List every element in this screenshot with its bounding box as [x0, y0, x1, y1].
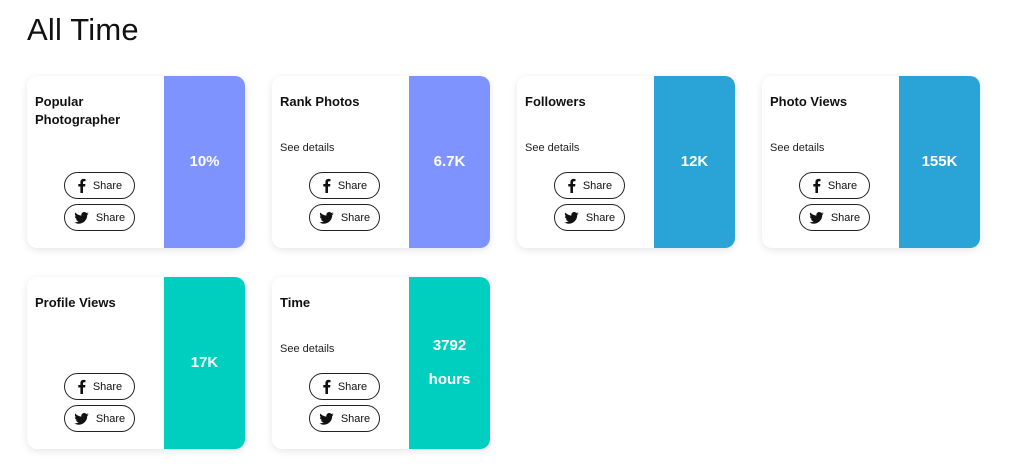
see-details-link[interactable]: See details	[280, 142, 334, 154]
twitter-icon	[74, 412, 89, 425]
facebook-icon	[77, 178, 86, 193]
stat-value: 10%	[189, 153, 220, 170]
facebook-share-button[interactable]: Share	[309, 172, 380, 199]
share-label: Share	[92, 179, 123, 192]
stat-card-title: Profile Views	[35, 295, 116, 310]
facebook-icon	[567, 178, 576, 193]
facebook-icon	[322, 379, 331, 394]
facebook-share-button[interactable]: Share	[554, 172, 625, 199]
share-label: Share	[92, 380, 123, 393]
stat-value: 12K	[680, 153, 709, 170]
share-label: Share	[337, 179, 368, 192]
stat-card-popular-photographer: Popular Photographer Share Share 10%	[27, 76, 245, 248]
twitter-share-button[interactable]: Share	[64, 405, 135, 432]
stat-value-panel: 17K	[164, 277, 245, 449]
twitter-icon	[809, 211, 824, 224]
stat-card-body: Profile Views Share Share	[27, 277, 164, 449]
facebook-share-button[interactable]: Share	[64, 373, 135, 400]
page-title: All Time	[27, 12, 139, 47]
see-details-link[interactable]: See details	[280, 343, 334, 355]
stat-card-photo-views: Photo Views See details Share Share 155K	[762, 76, 980, 248]
share-label: Share	[340, 211, 371, 224]
stat-value: 155K	[921, 153, 958, 170]
facebook-icon	[812, 178, 821, 193]
stat-card-profile-views: Profile Views Share Share 17K	[27, 277, 245, 449]
facebook-share-button[interactable]: Share	[309, 373, 380, 400]
stat-value-panel: 12K	[654, 76, 735, 248]
stat-card-body: Photo Views See details Share Share	[762, 76, 899, 248]
twitter-icon	[319, 211, 334, 224]
share-label: Share	[95, 412, 126, 425]
stat-card-body: Time See details Share Share	[272, 277, 409, 449]
stat-value-panel: 6.7K	[409, 76, 490, 248]
share-label: Share	[827, 179, 858, 192]
stats-grid: Popular Photographer Share Share 10% Ran…	[27, 76, 980, 449]
stat-card-title: Popular Photographer	[35, 94, 121, 127]
share-label: Share	[340, 412, 371, 425]
see-details-link[interactable]: See details	[770, 142, 824, 154]
facebook-share-button[interactable]: Share	[799, 172, 870, 199]
stat-card-rank-photos: Rank Photos See details Share Share 6.7K	[272, 76, 490, 248]
stat-card-title: Rank Photos	[280, 94, 360, 109]
twitter-icon	[74, 211, 89, 224]
stat-card-time: Time See details Share Share 3792 hours	[272, 277, 490, 449]
share-label: Share	[337, 380, 368, 393]
twitter-share-button[interactable]: Share	[554, 204, 625, 231]
share-label: Share	[830, 211, 861, 224]
share-label: Share	[95, 211, 126, 224]
twitter-share-button[interactable]: Share	[799, 204, 870, 231]
twitter-share-button[interactable]: Share	[309, 204, 380, 231]
share-label: Share	[582, 179, 613, 192]
see-details-link[interactable]: See details	[525, 142, 579, 154]
stat-card-body: Rank Photos See details Share Share	[272, 76, 409, 248]
share-label: Share	[585, 211, 616, 224]
stat-value-panel: 3792 hours	[409, 277, 490, 449]
twitter-icon	[319, 412, 334, 425]
stat-card-body: Popular Photographer Share Share	[27, 76, 164, 248]
stat-card-body: Followers See details Share Share	[517, 76, 654, 248]
stat-card-title: Followers	[525, 94, 586, 109]
twitter-share-button[interactable]: Share	[309, 405, 380, 432]
stat-value: 17K	[190, 354, 219, 371]
stat-card-followers: Followers See details Share Share 12K	[517, 76, 735, 248]
stat-value: 6.7K	[433, 153, 466, 170]
twitter-share-button[interactable]: Share	[64, 204, 135, 231]
twitter-icon	[564, 211, 579, 224]
facebook-icon	[77, 379, 86, 394]
stat-value: 3792	[432, 337, 467, 354]
facebook-icon	[322, 178, 331, 193]
stat-value-panel: 155K	[899, 76, 980, 248]
stat-value-unit: hours	[428, 371, 471, 388]
facebook-share-button[interactable]: Share	[64, 172, 135, 199]
stat-value-panel: 10%	[164, 76, 245, 248]
stat-card-title: Photo Views	[770, 94, 848, 109]
stat-card-title: Time	[280, 295, 311, 310]
